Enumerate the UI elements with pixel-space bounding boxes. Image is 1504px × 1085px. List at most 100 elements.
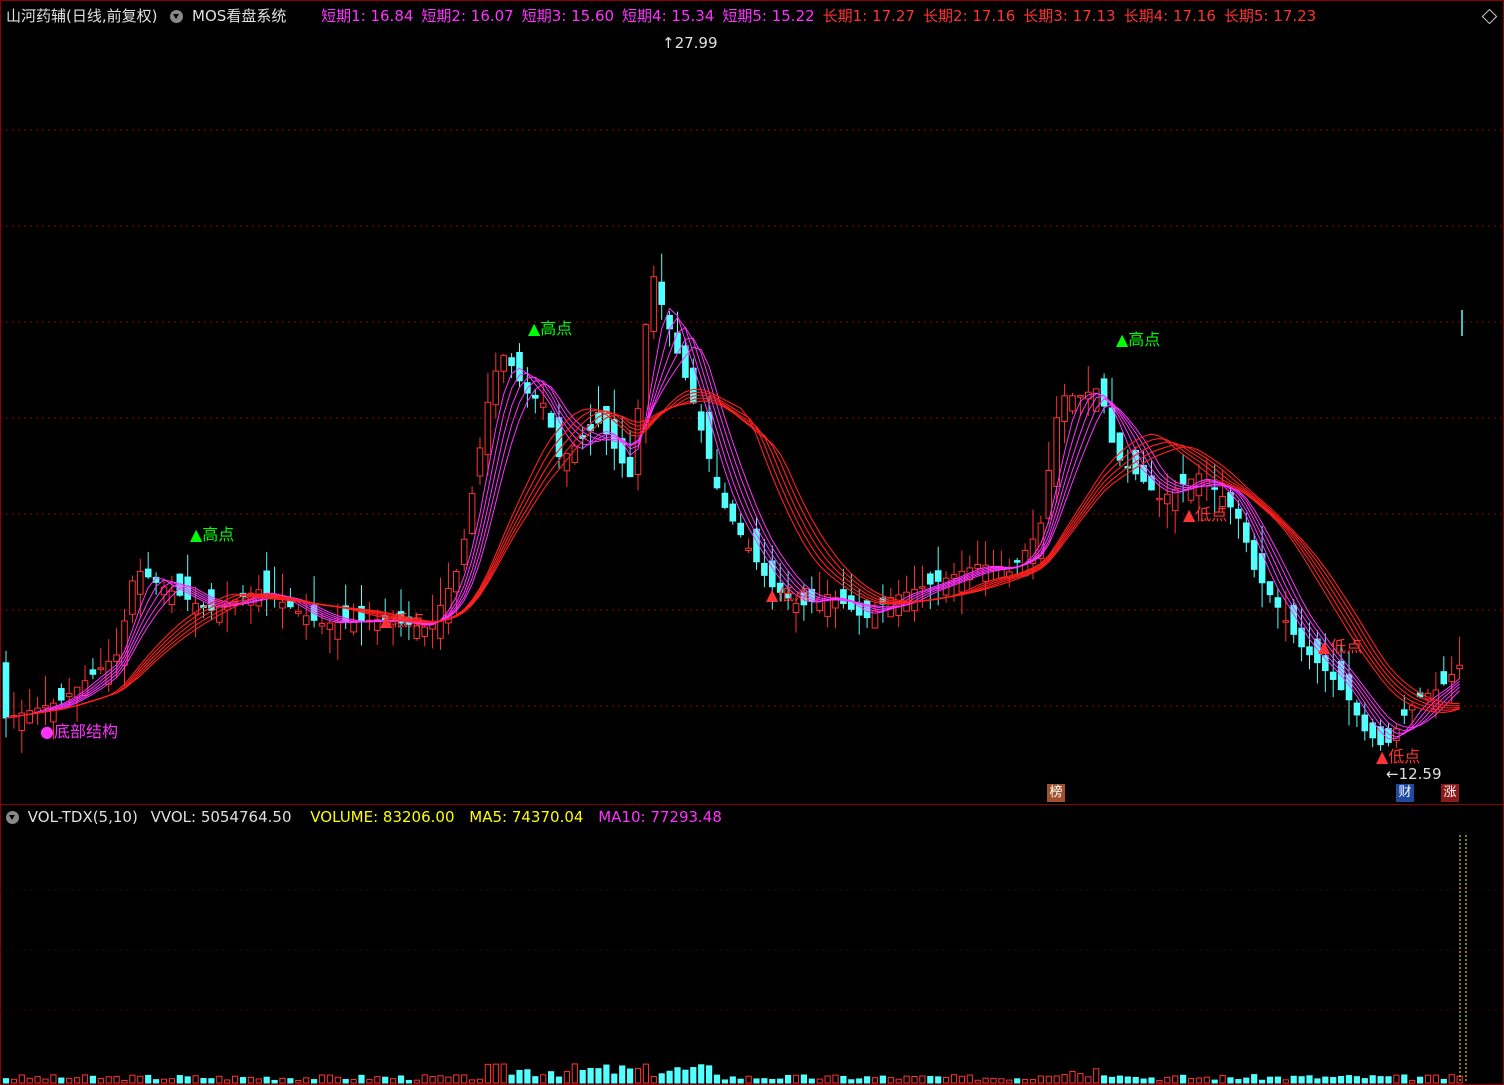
volume-bar	[1361, 1078, 1368, 1084]
volume-bar	[871, 1077, 879, 1084]
high-point-label: ▲高点	[1116, 330, 1160, 349]
volume-bar	[1266, 1076, 1274, 1084]
volume-bar	[216, 1075, 223, 1084]
candle-body	[1456, 664, 1463, 670]
candle-body	[1013, 560, 1021, 563]
bang-badge[interactable]: 榜	[1047, 784, 1065, 802]
volume-bar	[10, 1078, 17, 1084]
candle-body	[2, 662, 10, 719]
volume-bar	[34, 1076, 41, 1084]
indicator-name[interactable]: MOS看盘系统	[192, 7, 286, 25]
volume-bar	[745, 1075, 752, 1084]
candle-body	[737, 522, 745, 536]
volume-bar	[706, 1065, 713, 1084]
candle-body	[1448, 673, 1456, 683]
candle-body	[460, 538, 468, 565]
candle-body	[666, 314, 673, 330]
volume-bar	[350, 1079, 357, 1084]
volume-bar	[121, 1079, 128, 1084]
volume-indicator-name[interactable]: VOL-TDX(5,10)	[28, 808, 138, 826]
volume-bar	[413, 1079, 420, 1084]
volume-bar	[1132, 1076, 1139, 1084]
candle-body	[1069, 395, 1076, 412]
candle-body	[927, 573, 934, 585]
volume-bar	[192, 1075, 199, 1084]
volume-bar	[358, 1074, 365, 1084]
volume-bar	[579, 1069, 586, 1084]
volume-bar	[397, 1075, 405, 1084]
volume-bar	[1338, 1075, 1345, 1084]
indicator-toggle-icon[interactable]	[170, 10, 184, 23]
candle-body	[65, 693, 73, 698]
candle-body	[658, 281, 666, 305]
main-panel-header: 山河药辅(日线,前复权) MOS看盘系统 短期1: 16.84 短期2: 16.0…	[6, 6, 1324, 26]
volume-bar	[263, 1076, 270, 1084]
legend-item: 长期5: 17.23	[1223, 7, 1317, 25]
volume-bar	[42, 1078, 49, 1084]
stock-title[interactable]: 山河药辅(日线,前复权)	[6, 7, 157, 25]
volume-bar	[1061, 1073, 1068, 1084]
candle-body	[334, 621, 342, 640]
volume-bars[interactable]	[0, 830, 1504, 1084]
volume-bar	[595, 1068, 602, 1084]
candle-body	[1290, 604, 1298, 635]
high-point-label: ▲高点	[528, 319, 572, 338]
volume-bar	[1195, 1077, 1203, 1084]
volume-bar	[935, 1076, 942, 1084]
volume-bar	[279, 1077, 286, 1084]
long-ma-line	[5, 397, 1460, 719]
volume-bar	[927, 1076, 934, 1084]
volume-bar	[461, 1074, 468, 1084]
volume-bar	[295, 1079, 302, 1084]
volume-bar	[627, 1068, 634, 1084]
candle-body	[1061, 395, 1068, 423]
volume-bar	[184, 1076, 191, 1084]
volume-bar	[785, 1074, 792, 1084]
volume-bar	[445, 1076, 452, 1084]
volume-bar	[429, 1076, 436, 1084]
volume-bar	[713, 1074, 721, 1084]
volume-bar	[958, 1075, 965, 1084]
volume-bar	[1440, 1078, 1447, 1084]
volume-bar	[540, 1074, 547, 1084]
legend-item: 短期3: 15.60	[521, 7, 615, 25]
volume-bar	[824, 1075, 831, 1084]
candle-body	[263, 570, 270, 594]
volume-bar	[943, 1076, 950, 1084]
volume-bar	[619, 1065, 626, 1084]
volume-bar	[334, 1076, 341, 1084]
volume-bar	[1014, 1078, 1021, 1084]
volume-bar	[1180, 1074, 1187, 1084]
volume-bar	[563, 1070, 570, 1084]
zhang-badge[interactable]: 涨	[1441, 784, 1459, 802]
candle-body	[761, 562, 768, 576]
volume-bar	[492, 1063, 499, 1084]
candle-body	[840, 589, 847, 604]
volume-bar	[137, 1075, 144, 1084]
candle-body	[1401, 709, 1408, 716]
volume-bar	[366, 1079, 373, 1084]
volume-bar	[160, 1078, 168, 1084]
candle-body	[1306, 646, 1313, 656]
volume-bar	[603, 1064, 610, 1084]
volume-toggle-icon[interactable]	[6, 811, 19, 824]
candle-body	[682, 345, 689, 378]
cai-badge[interactable]: 财	[1396, 784, 1414, 802]
candle-body	[1179, 473, 1187, 485]
volume-bar	[864, 1076, 871, 1084]
candle-body	[326, 622, 334, 630]
ma10-value: MA10: 77293.48	[598, 808, 722, 826]
candle-body	[998, 569, 1005, 579]
candle-body	[1250, 540, 1258, 570]
candlestick-chart[interactable]: ↑27.99 ←12.59 ●底部结构 ▲高点 ▲高点 ▲高点 ▲低点 ▲低点 ▲低点 ▲低点 ▲低…	[0, 28, 1504, 804]
volume-bar	[848, 1079, 855, 1084]
volume-bar	[690, 1067, 697, 1084]
volume-bar	[792, 1074, 800, 1084]
volume-bar	[271, 1079, 278, 1084]
candle-body	[1164, 493, 1171, 505]
legend-item: 长期4: 17.16	[1123, 7, 1216, 25]
volume-bar	[1203, 1076, 1210, 1084]
volume-bar	[950, 1074, 958, 1084]
volume-bar	[674, 1067, 681, 1084]
candle-body	[697, 411, 705, 431]
